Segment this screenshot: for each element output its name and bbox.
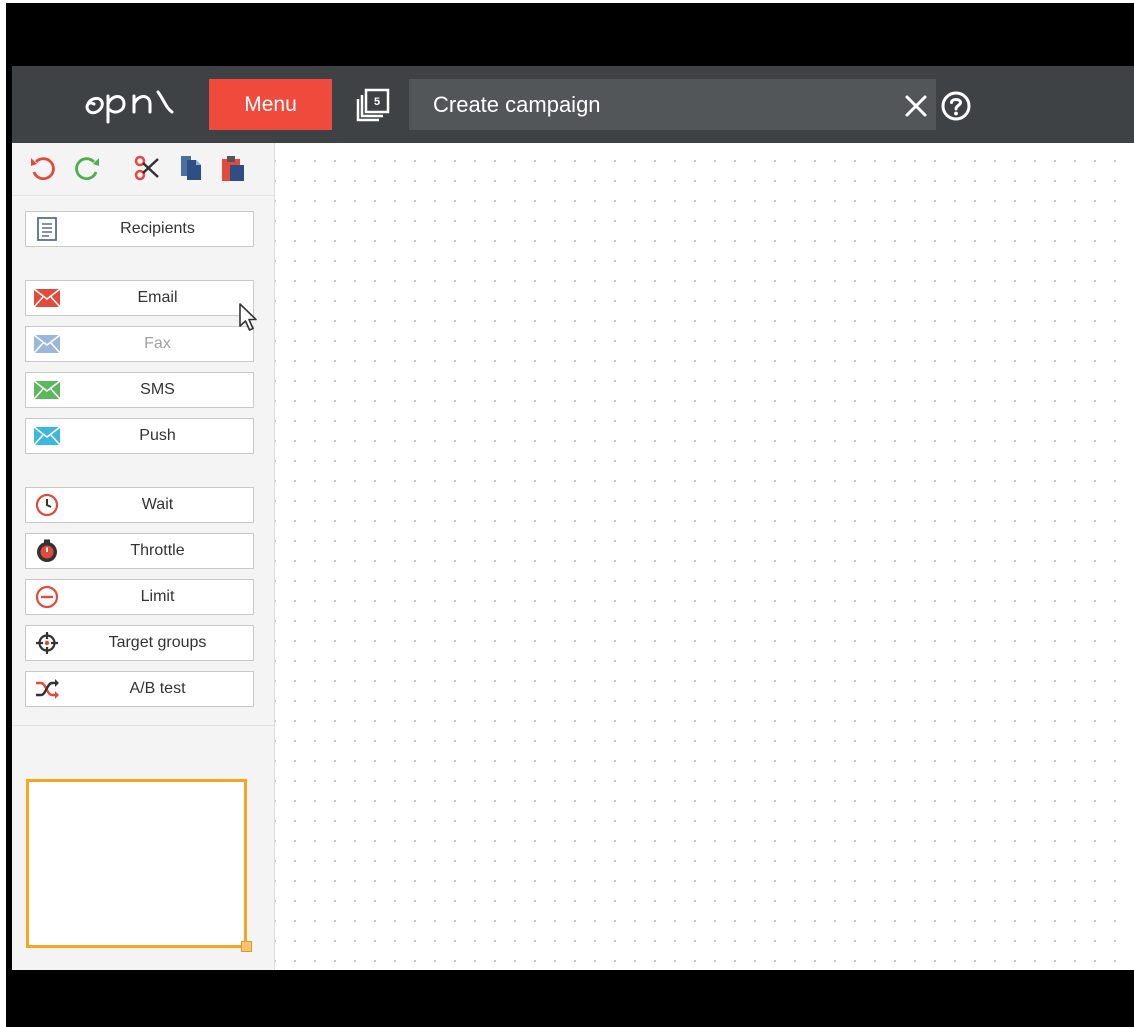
redo-icon[interactable] (72, 153, 102, 183)
edit-toolbar (12, 143, 274, 196)
undo-icon[interactable] (28, 153, 58, 183)
crosshair-target-icon (36, 632, 58, 654)
palette-sms-label: SMS (140, 381, 175, 398)
palette-ab-test-button[interactable]: A/B test (25, 671, 254, 707)
campaign-title: Create campaign (433, 91, 601, 117)
epi-logo (85, 90, 174, 124)
sidebar-divider (12, 725, 274, 726)
palette-fax-button[interactable]: Fax (25, 326, 254, 362)
open-tabs-count: 5 (373, 96, 381, 108)
palette-fax-label: Fax (144, 335, 171, 352)
palette-ab-test-label: A/B test (129, 680, 186, 697)
top-bar: Menu 5 Create campaign (12, 66, 1134, 143)
recipients-list-icon (37, 217, 57, 241)
fax-envelope-icon (33, 334, 61, 354)
palette-limit-button[interactable]: Limit (25, 579, 254, 615)
palette-email-label: Email (137, 289, 178, 306)
menu-button[interactable]: Menu (209, 79, 332, 130)
campaign-editor: Menu 5 Create campaign Recipients Email … (12, 66, 1134, 970)
palette-target-groups-label: Target groups (108, 634, 207, 651)
frame-border-top (0, 0, 1134, 3)
palette-target-groups-button[interactable]: Target groups (25, 625, 254, 661)
canvas-minimap[interactable] (26, 779, 247, 948)
shuffle-icon (36, 679, 59, 699)
palette-limit-label: Limit (140, 588, 175, 605)
close-icon[interactable] (904, 94, 928, 118)
palette-push-button[interactable]: Push (25, 418, 254, 454)
palette-wait-button[interactable]: Wait (25, 487, 254, 523)
campaign-title-field[interactable]: Create campaign (409, 79, 936, 130)
push-envelope-icon (33, 426, 61, 446)
frame-border-left (0, 0, 6, 1027)
palette-sms-button[interactable]: SMS (25, 372, 254, 408)
help-icon[interactable] (940, 90, 972, 122)
minimap-resize-handle[interactable] (241, 941, 252, 952)
sms-envelope-icon (33, 380, 61, 400)
cut-icon[interactable] (132, 153, 162, 183)
clock-icon (35, 493, 59, 517)
palette-push-label: Push (139, 427, 176, 444)
open-tabs-button[interactable]: 5 (356, 88, 392, 122)
palette-recipients-label: Recipients (120, 220, 195, 237)
paste-icon[interactable] (218, 153, 248, 183)
campaign-canvas[interactable] (275, 143, 1134, 970)
email-envelope-icon (33, 288, 61, 308)
palette-email-button[interactable]: Email (25, 280, 254, 316)
copy-icon[interactable] (176, 153, 206, 183)
palette-recipients-button[interactable]: Recipients (25, 211, 254, 247)
stopwatch-icon (37, 539, 57, 562)
palette-throttle-button[interactable]: Throttle (25, 533, 254, 569)
element-palette-sidebar: Recipients Email Fax SMS Push Wait Throt… (12, 143, 275, 970)
minus-circle-icon (35, 585, 59, 609)
palette-throttle-label: Throttle (130, 542, 185, 559)
palette-wait-label: Wait (141, 496, 174, 513)
